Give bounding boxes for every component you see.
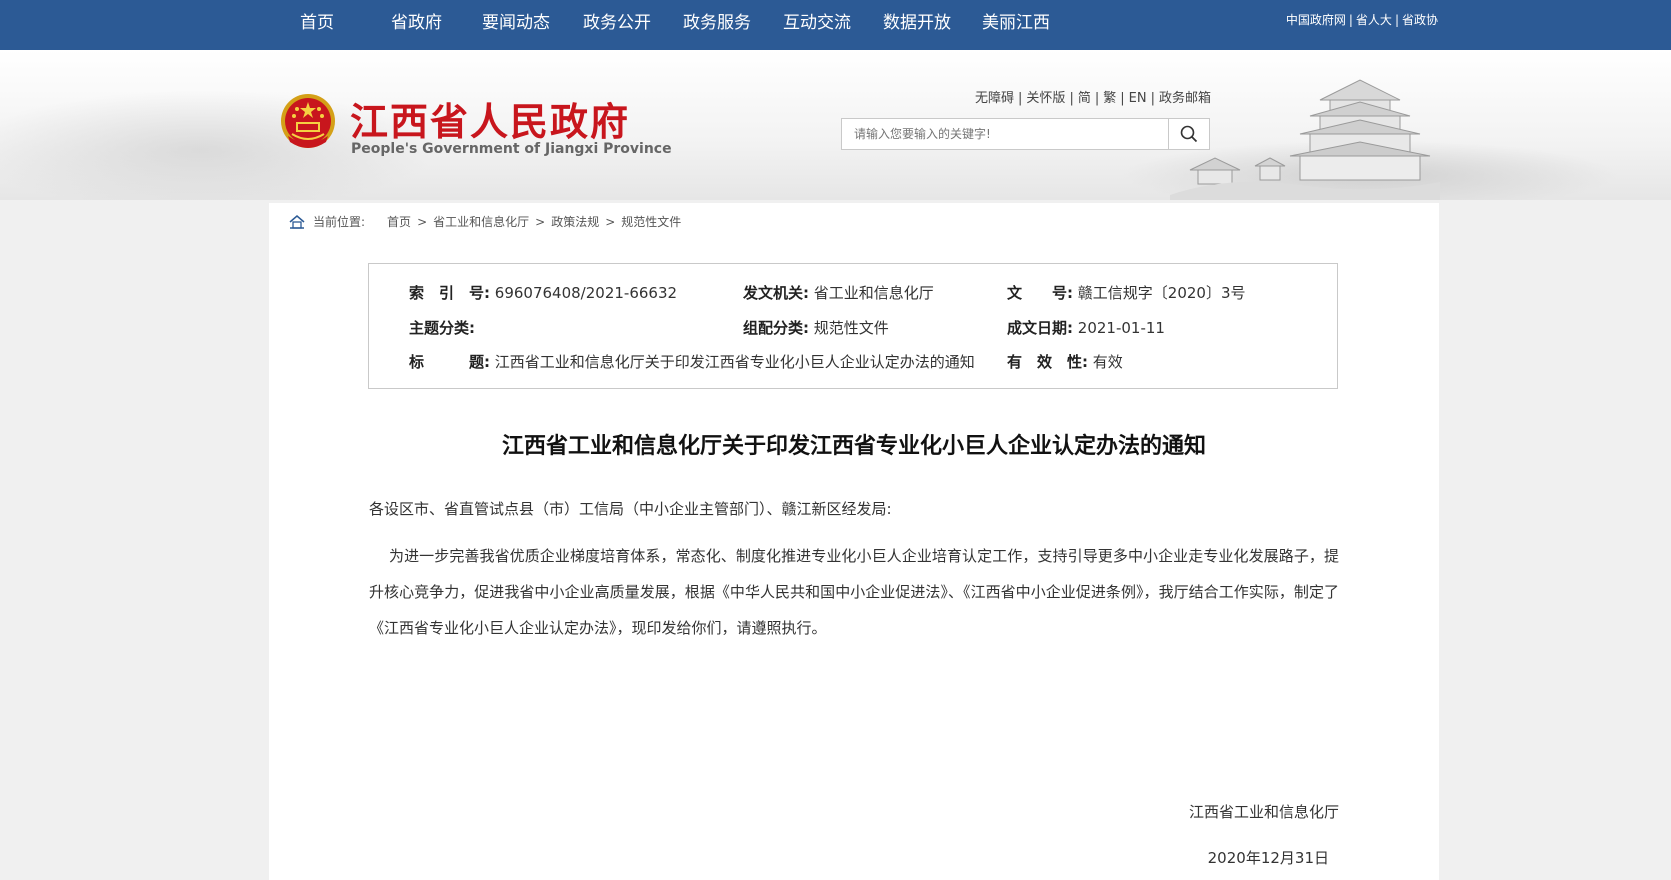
home-icon	[289, 214, 305, 229]
nav-item-open-affairs[interactable]: 政务公开	[583, 8, 651, 33]
nav-item-services[interactable]: 政务服务	[683, 8, 751, 33]
meta-title-value: 江西省工业和信息化厅关于印发江西省专业化小巨人企业认定办法的通知	[494, 353, 975, 371]
meta-docno-value: 赣工信规字〔2020〕3号	[1077, 284, 1246, 302]
meta-category-value: 规范性文件	[813, 319, 889, 337]
national-emblem-icon	[281, 94, 335, 148]
meta-validity-label: 有 效 性:	[1007, 353, 1088, 371]
breadcrumb: 当前位置: 首页 > 省工业和信息化厅 > 政策法规 > 规范性文件	[289, 213, 681, 230]
top-right-links: 中国政府网 | 省人大 | 省政协	[1286, 11, 1438, 28]
meta-index-label: 索 引 号:	[409, 284, 490, 302]
meta-issuer: 发文机关: 省工业和信息化厅	[743, 282, 934, 303]
meta-docno: 文 号: 赣工信规字〔2020〕3号	[1007, 282, 1246, 303]
link-simplified[interactable]: 简	[1078, 91, 1091, 106]
meta-issuer-label: 发文机关:	[743, 284, 809, 302]
breadcrumb-department[interactable]: 省工业和信息化厅	[433, 213, 529, 230]
separator: |	[1394, 13, 1399, 27]
nav-item-home[interactable]: 首页	[300, 8, 334, 33]
link-provincial-cppcc[interactable]: 省政协	[1402, 13, 1438, 27]
link-english[interactable]: EN	[1129, 91, 1147, 106]
document-date: 2020年12月31日	[1207, 849, 1329, 867]
document-signature: 江西省工业和信息化厅	[1188, 803, 1339, 821]
meta-category-label: 组配分类:	[743, 319, 809, 337]
nav-item-news[interactable]: 要闻动态	[482, 8, 550, 33]
breadcrumb-normative-docs[interactable]: 规范性文件	[621, 213, 681, 230]
link-care-mode[interactable]: 关怀版	[1026, 91, 1065, 106]
meta-title-label: 标 题:	[409, 353, 490, 371]
site-title[interactable]: 江西省人民政府	[350, 91, 630, 146]
link-provincial-congress[interactable]: 省人大	[1356, 13, 1392, 27]
separator: |	[1018, 91, 1023, 106]
top-nav-bar: 首页 省政府 要闻动态 政务公开 政务服务 互动交流 数据开放 美丽江西 中国政…	[0, 0, 1671, 50]
separator: |	[1150, 91, 1155, 106]
document-title: 江西省工业和信息化厅关于印发江西省专业化小巨人企业认定办法的通知	[501, 434, 1206, 459]
separator: |	[1069, 91, 1074, 106]
link-china-gov[interactable]: 中国政府网	[1286, 13, 1346, 27]
meta-validity: 有 效 性: 有效	[1007, 351, 1123, 372]
breadcrumb-separator: >	[605, 214, 616, 229]
link-accessibility[interactable]: 无障碍	[975, 91, 1014, 106]
meta-docno-label: 文 号:	[1007, 284, 1073, 302]
main-content: 当前位置: 首页 > 省工业和信息化厅 > 政策法规 > 规范性文件 索 引 号…	[269, 203, 1439, 880]
meta-index-value: 696076408/2021-66632	[494, 284, 678, 302]
meta-title: 标 题: 江西省工业和信息化厅关于印发江西省专业化小巨人企业认定办法的通知	[409, 351, 975, 372]
nav-item-beautiful-jiangxi[interactable]: 美丽江西	[982, 8, 1050, 33]
search-box	[841, 118, 1210, 150]
document-salutation: 各设区市、省直管试点县（市）工信局（中小企业主管部门）、赣江新区经发局:	[369, 500, 892, 518]
pavilion-illustration	[1170, 79, 1440, 200]
nav-item-open-data[interactable]: 数据开放	[883, 8, 951, 33]
meta-index: 索 引 号: 696076408/2021-66632	[409, 282, 677, 303]
separator: |	[1120, 91, 1125, 106]
meta-date-value: 2021-01-11	[1077, 319, 1165, 337]
site-subtitle: People's Government of Jiangxi Province	[351, 141, 672, 157]
breadcrumb-home[interactable]: 首页	[387, 213, 411, 230]
meta-topic-label: 主题分类:	[409, 319, 475, 337]
breadcrumb-separator: >	[417, 214, 428, 229]
separator: |	[1348, 13, 1353, 27]
link-traditional[interactable]: 繁	[1103, 91, 1116, 106]
meta-category: 组配分类: 规范性文件	[743, 317, 889, 338]
breadcrumb-label: 当前位置:	[313, 215, 366, 229]
meta-validity-value: 有效	[1092, 353, 1123, 371]
meta-issuer-value: 省工业和信息化厅	[813, 284, 934, 302]
search-input[interactable]	[842, 119, 1172, 149]
document-metadata: 索 引 号: 696076408/2021-66632 发文机关: 省工业和信息…	[368, 263, 1338, 389]
document-body: 为进一步完善我省优质企业梯度培育体系，常态化、制度化推进专业化小巨人企业培育认定…	[369, 547, 1339, 637]
meta-topic: 主题分类:	[409, 317, 475, 338]
nav-item-interaction[interactable]: 互动交流	[783, 8, 851, 33]
meta-date-label: 成文日期:	[1007, 319, 1073, 337]
separator: |	[1094, 91, 1100, 106]
meta-date: 成文日期: 2021-01-11	[1007, 317, 1165, 338]
breadcrumb-policy[interactable]: 政策法规	[551, 213, 599, 230]
nav-item-provincial-gov[interactable]: 省政府	[391, 8, 442, 33]
breadcrumb-separator: >	[535, 214, 546, 229]
